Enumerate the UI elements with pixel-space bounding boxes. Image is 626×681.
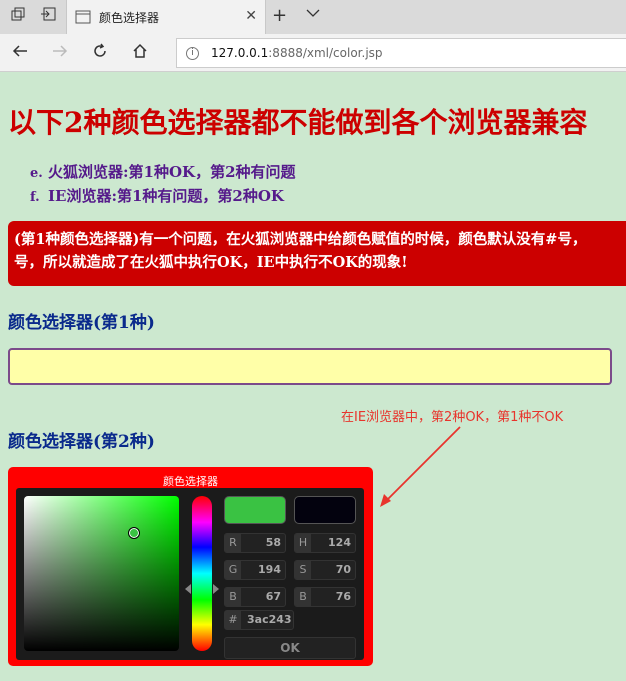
- red-field[interactable]: R 58: [224, 533, 286, 553]
- navigation-bar: i 127.0.0.1:8888/xml/color.jsp: [0, 34, 626, 72]
- chevron-down-icon[interactable]: [306, 6, 320, 22]
- page-icon: [75, 9, 91, 25]
- warning-banner: (第1种颜色选择器)有一个问题，在火狐浏览器中给颜色赋值的时候，颜色默认没有#号…: [8, 221, 626, 286]
- browser-notes-list: e. 火狐浏览器:第1种OK，第2种有问题 f. IE浏览器:第1种有问题，第2种O…: [30, 161, 296, 209]
- hue-handle-right[interactable]: [213, 584, 219, 594]
- picker-panel: R 58 G 194 B 67 H 124 S 70 B 76 #3ac243 OK: [16, 488, 364, 660]
- new-tab-icon[interactable]: +: [272, 5, 287, 26]
- color-picker-1-input[interactable]: [8, 348, 612, 385]
- tab-bar: 颜色选择器 ✕ +: [0, 0, 626, 34]
- close-tab-icon[interactable]: ✕: [245, 8, 257, 24]
- color-cursor[interactable]: [128, 527, 140, 539]
- new-color-swatch: [224, 496, 286, 524]
- page-title: 以下2种颜色选择器都不能做到各个浏览器兼容: [8, 106, 588, 139]
- home-icon[interactable]: [129, 42, 151, 64]
- tab-title: 颜色选择器: [99, 11, 160, 25]
- ok-button[interactable]: OK: [224, 637, 356, 659]
- tab-manager-icon[interactable]: [8, 7, 28, 27]
- list-item: f. IE浏览器:第1种有问题，第2种OK: [30, 187, 284, 205]
- set-aside-tabs-icon[interactable]: [38, 7, 58, 27]
- list-item: e. 火狐浏览器:第1种OK，第2种有问题: [30, 163, 296, 181]
- section-title-picker-2: 颜色选择器(第2种): [8, 432, 155, 452]
- blue-field[interactable]: B 67: [224, 587, 286, 607]
- color-picker-2: 颜色选择器 R 58 G 194 B 67 H 124 S 70 B 76 #3ac243 …: [8, 467, 373, 666]
- annotation-text: 在IE浏览器中，第2种OK，第1种不OK: [341, 410, 564, 425]
- active-tab[interactable]: 颜色选择器 ✕: [66, 0, 266, 34]
- picker-title: 颜色选择器: [163, 475, 218, 488]
- saturation-value-area[interactable]: [24, 496, 179, 651]
- back-arrow-icon[interactable]: [9, 42, 31, 64]
- current-color-swatch[interactable]: [294, 496, 356, 524]
- url-text[interactable]: 127.0.0.1:8888/xml/color.jsp: [211, 46, 383, 60]
- section-title-picker-1: 颜色选择器(第1种): [8, 313, 155, 333]
- info-icon[interactable]: i: [186, 47, 199, 60]
- green-field[interactable]: G 194: [224, 560, 286, 580]
- hue-handle-left[interactable]: [185, 584, 191, 594]
- forward-arrow-icon[interactable]: [49, 42, 71, 64]
- refresh-icon[interactable]: [89, 42, 111, 64]
- hue-slider[interactable]: [192, 496, 212, 651]
- page-content: 以下2种颜色选择器都不能做到各个浏览器兼容 e. 火狐浏览器:第1种OK，第2种有…: [0, 73, 626, 681]
- saturation-field[interactable]: S 70: [294, 560, 356, 580]
- address-bar[interactable]: i 127.0.0.1:8888/xml/color.jsp: [176, 38, 626, 68]
- brightness-field[interactable]: B 76: [294, 587, 356, 607]
- hex-field[interactable]: #3ac243: [224, 610, 294, 630]
- hue-field[interactable]: H 124: [294, 533, 356, 553]
